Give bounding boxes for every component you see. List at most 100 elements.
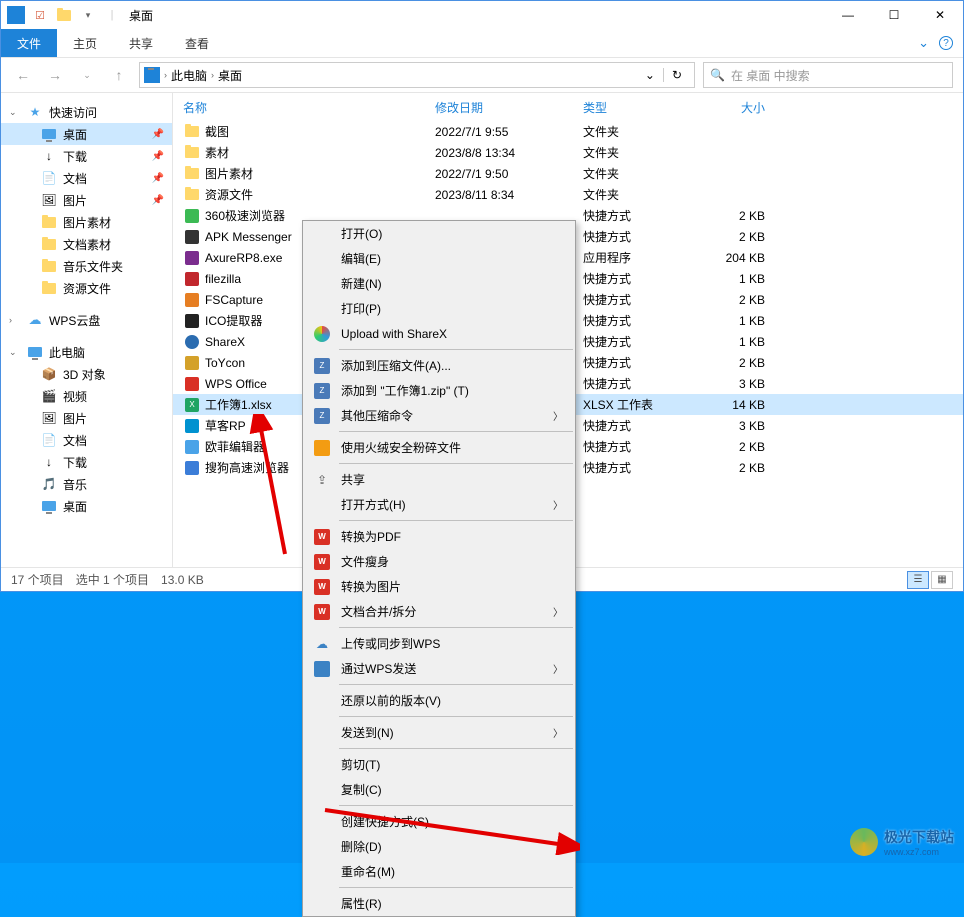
refresh-button[interactable]: ↻ [663,68,690,82]
sidebar-item[interactable]: ↓下载 [1,451,172,473]
recent-dropdown-icon[interactable]: ⌄ [75,63,99,87]
chevron-down-icon[interactable]: ⌄ [9,107,21,118]
context-menu-item[interactable]: 打印(P) [303,296,575,321]
file-icon [183,271,201,287]
context-menu-item[interactable]: 发送到(N)〉 [303,720,575,745]
up-button[interactable]: ↑ [107,63,131,87]
menu-separator [339,684,573,685]
context-menu-item[interactable]: 剪切(T) [303,752,575,777]
menu-item-icon: W [311,553,333,571]
breadcrumb-desktop[interactable]: 桌面 [218,67,242,84]
context-menu-item[interactable]: Z其他压缩命令〉 [303,403,575,428]
file-size: 204 KB [705,251,765,265]
context-menu-item[interactable]: 删除(D) [303,834,575,859]
file-type: 文件夹 [583,165,705,182]
file-row[interactable]: 资源文件2023/8/11 8:34文件夹 [173,184,963,205]
context-menu-item[interactable]: 还原以前的版本(V) [303,688,575,713]
address-dropdown-icon[interactable]: ⌄ [639,68,661,82]
back-button[interactable]: ← [11,63,35,87]
sidebar-item[interactable]: 📦3D 对象 [1,363,172,385]
sidebar-item[interactable]: 📄文档📌 [1,167,172,189]
menu-separator [339,627,573,628]
item-icon: 📦 [41,366,57,382]
col-size[interactable]: 大小 [705,99,765,116]
file-icon [183,418,201,434]
sidebar-item[interactable]: 🎵音乐 [1,473,172,495]
sidebar-item[interactable]: 📄文档 [1,429,172,451]
titlebar: ☑ ▾ | 桌面 — ☐ ✕ [1,1,963,29]
context-menu-item[interactable]: W转换为图片 [303,574,575,599]
sidebar-item[interactable]: 桌面 [1,495,172,517]
file-row[interactable]: 素材2023/8/8 13:34文件夹 [173,142,963,163]
context-menu-item[interactable]: 打开(O) [303,221,575,246]
forward-button[interactable]: → [43,63,67,87]
menu-item-icon [311,275,333,293]
address-bar[interactable]: › 此电脑 › 桌面 ⌄ ↻ [139,62,695,88]
sidebar-wps-cloud[interactable]: › ☁ WPS云盘 [1,309,172,331]
file-icon [183,145,201,161]
chevron-down-icon[interactable]: ⌄ [9,347,21,358]
qat-dropdown-icon[interactable]: ▾ [79,6,97,24]
tab-view[interactable]: 查看 [169,29,225,57]
file-type: 文件夹 [583,123,705,140]
file-size: 2 KB [705,356,765,370]
context-menu-item[interactable]: Z添加到压缩文件(A)... [303,353,575,378]
item-icon [41,498,57,514]
menu-item-icon [311,439,333,457]
file-row[interactable]: 图片素材2022/7/1 9:50文件夹 [173,163,963,184]
context-menu-item[interactable]: 使用火绒安全粉碎文件 [303,435,575,460]
maximize-button[interactable]: ☐ [871,1,917,29]
window-controls: — ☐ ✕ [825,1,963,29]
context-menu-item[interactable]: ⇪共享 [303,467,575,492]
chevron-right-icon[interactable]: › [9,315,21,325]
sidebar-item[interactable]: 资源文件 [1,277,172,299]
context-menu-item[interactable]: Upload with ShareX [303,321,575,346]
view-icons-button[interactable]: ▦ [931,571,953,589]
col-type[interactable]: 类型 [583,99,705,116]
context-menu-item[interactable]: Z添加到 "工作簿1.zip" (T) [303,378,575,403]
sidebar-item[interactable]: 图片素材 [1,211,172,233]
context-menu-item[interactable]: ☁上传或同步到WPS [303,631,575,656]
location-icon [144,67,160,83]
context-menu-item[interactable]: 打开方式(H)〉 [303,492,575,517]
context-menu-item[interactable]: 通过WPS发送〉 [303,656,575,681]
col-date[interactable]: 修改日期 [435,99,583,116]
tab-share[interactable]: 共享 [113,29,169,57]
file-type: 应用程序 [583,249,705,266]
context-menu-item[interactable]: W文件瘦身 [303,549,575,574]
sidebar-item[interactable]: 音乐文件夹 [1,255,172,277]
properties-icon[interactable]: ☑ [31,6,49,24]
sidebar-item[interactable]: 🖼图片 [1,407,172,429]
pc-icon [27,344,43,360]
context-menu-item[interactable]: 创建快捷方式(S) [303,809,575,834]
file-row[interactable]: 截图2022/7/1 9:55文件夹 [173,121,963,142]
sidebar-quick-access[interactable]: ⌄ ★ 快速访问 [1,101,172,123]
pin-icon: 📌 [152,151,164,162]
sidebar-item[interactable]: ↓下载📌 [1,145,172,167]
sidebar-item[interactable]: 🎬视频 [1,385,172,407]
ribbon-expand-icon[interactable]: ⌄ ? [918,29,963,57]
context-menu-item[interactable]: 新建(N) [303,271,575,296]
context-menu-item[interactable]: 复制(C) [303,777,575,802]
close-button[interactable]: ✕ [917,1,963,29]
context-menu-item[interactable]: 属性(R) [303,891,575,916]
sidebar-item[interactable]: 文档素材 [1,233,172,255]
minimize-button[interactable]: — [825,1,871,29]
context-menu-item[interactable]: 编辑(E) [303,246,575,271]
item-icon: 📄 [41,432,57,448]
menu-item-icon: W [311,578,333,596]
view-details-button[interactable]: ☰ [907,571,929,589]
status-count: 17 个项目 [11,571,64,588]
tab-home[interactable]: 主页 [57,29,113,57]
folder-icon[interactable] [55,6,73,24]
sidebar-item[interactable]: 桌面📌 [1,123,172,145]
col-name[interactable]: 名称 [183,99,435,116]
menu-item-label: 新建(N) [341,275,543,292]
sidebar-this-pc[interactable]: ⌄ 此电脑 [1,341,172,363]
breadcrumb-thispc[interactable]: 此电脑 [171,67,207,84]
file-tab[interactable]: 文件 [1,29,57,57]
context-menu-item[interactable]: W转换为PDF [303,524,575,549]
search-input[interactable]: 🔍 在 桌面 中搜索 [703,62,953,88]
sidebar-item[interactable]: 🖼图片📌 [1,189,172,211]
context-menu-item[interactable]: W文档合并/拆分〉 [303,599,575,624]
